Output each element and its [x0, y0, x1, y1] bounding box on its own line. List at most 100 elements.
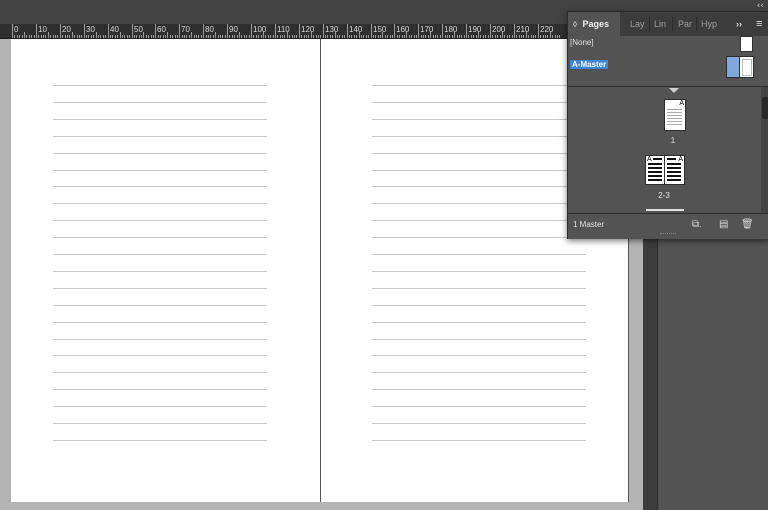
ruled-line — [53, 254, 267, 255]
collapse-panels-icon[interactable]: ‹‹ — [757, 1, 764, 11]
ruler-label: 210 — [516, 25, 530, 34]
page-thumbnail-2-3[interactable]: A A — [645, 155, 685, 185]
ruled-line — [372, 389, 586, 390]
ruler-tick — [48, 32, 49, 38]
ruler-tick — [34, 35, 35, 38]
tab-separator — [649, 17, 650, 31]
masters-list: [None] A-Master — [568, 36, 768, 86]
ruler-tick — [268, 35, 269, 38]
ruler-tick — [287, 32, 288, 38]
page-size-icon[interactable]: ⧉. — [692, 219, 701, 231]
ruler-tick — [136, 35, 137, 38]
tab-layers[interactable]: Lay — [630, 12, 645, 36]
ruler-tick — [36, 24, 37, 38]
ruled-line — [53, 322, 267, 323]
ruler-tick — [105, 35, 106, 38]
ruler-label: 130 — [325, 25, 339, 34]
panel-tabs: ◊ Pages Lay Lin Par Hyp ›› ≡ — [568, 12, 768, 36]
ruler-tick — [98, 35, 99, 38]
ruler-tick — [110, 35, 111, 38]
ruler-tick — [311, 32, 312, 38]
ruler-tick — [347, 24, 348, 38]
ruler-tick — [69, 35, 70, 38]
ruler-tick — [172, 35, 173, 38]
ruler-label: 10 — [38, 25, 47, 34]
ruler-tick — [363, 35, 364, 38]
ruled-line — [372, 372, 586, 373]
ruler-tick — [466, 24, 467, 38]
ruler-tick — [550, 32, 551, 38]
tab-hyperlinks[interactable]: Hyp — [701, 12, 717, 36]
ruler-tick — [538, 24, 539, 38]
ruler-tick — [282, 35, 283, 38]
tab-separator — [696, 17, 697, 31]
ruler-tick — [531, 35, 532, 38]
ruler-tick — [440, 35, 441, 38]
ruler-tick — [117, 35, 118, 38]
ruler-tick — [261, 35, 262, 38]
ruler-tick — [43, 35, 44, 38]
tab-paragraph-styles[interactable]: Par — [678, 12, 692, 36]
ruler-label: 30 — [86, 25, 95, 34]
ruler-tick — [280, 35, 281, 38]
ruler-tick — [414, 35, 415, 38]
ruler-tick — [215, 32, 216, 38]
ruled-line — [53, 288, 267, 289]
ruler-tick — [349, 35, 350, 38]
ruler-tick — [167, 32, 168, 38]
ruler-tick — [100, 35, 101, 38]
ruler-tick — [552, 35, 553, 38]
ruler-tick — [361, 35, 362, 38]
ruled-line — [372, 186, 586, 187]
page-1-label: 1 — [670, 136, 676, 145]
ruler-tick — [129, 35, 130, 38]
ruler-tick — [337, 35, 338, 38]
ruler-tick — [301, 35, 302, 38]
master-none-thumbnail[interactable] — [740, 36, 753, 52]
ruler-tick — [387, 35, 388, 38]
ruler-tick — [399, 35, 400, 38]
ruler-tick — [457, 35, 458, 38]
tabs-overflow-icon[interactable]: ›› — [736, 12, 742, 36]
new-page-icon[interactable]: ▤ — [719, 219, 728, 231]
ruler-tick — [454, 32, 455, 38]
tab-links[interactable]: Lin — [654, 12, 666, 36]
ruler-tick — [14, 35, 15, 38]
master-a[interactable]: A-Master — [570, 58, 609, 72]
ruler-tick — [275, 24, 276, 38]
ruler-tick — [294, 35, 295, 38]
ruler-tick — [397, 35, 398, 38]
ruler-tick — [122, 35, 123, 38]
pages-scrollbar-thumb[interactable] — [762, 97, 768, 119]
ruler-tick — [12, 24, 13, 38]
ruler-tick — [112, 35, 113, 38]
tab-pages[interactable]: ◊ Pages — [568, 12, 620, 36]
ruler-tick — [72, 32, 73, 38]
ruler-tick — [17, 35, 18, 38]
ruler-tick — [234, 35, 235, 38]
ruler-tick — [141, 35, 142, 38]
pages-thumbnails: A 1 A A 2-3 — [568, 87, 768, 213]
pages-panel: ◊ Pages Lay Lin Par Hyp ›› ≡ [None] A-Ma… — [567, 11, 768, 239]
ruler-tick — [289, 35, 290, 38]
delete-page-icon[interactable]: 🗑 — [741, 219, 754, 231]
ruler-tick — [512, 35, 513, 38]
ruler-tick — [201, 35, 202, 38]
panel-menu-icon[interactable]: ≡ — [756, 12, 762, 36]
ruler-tick — [533, 35, 534, 38]
pages-scrollbar[interactable] — [761, 87, 768, 213]
ruler-tick — [373, 35, 374, 38]
page-2[interactable] — [11, 39, 321, 502]
ruler-tick — [437, 35, 438, 38]
master-none[interactable]: [None] — [570, 36, 594, 50]
panel-resize-grip-icon[interactable] — [660, 233, 676, 236]
ruler-tick — [163, 35, 164, 38]
ruler-tick — [186, 35, 187, 38]
ruler-tick — [232, 35, 233, 38]
master-a-thumbnail[interactable] — [726, 56, 754, 78]
horizontal-ruler[interactable]: 0 10 20 30 40 50 60 70 80 90 100 110 120 130 140 150 160… — [0, 24, 640, 39]
ruled-line — [53, 203, 267, 204]
ruler-tick — [227, 24, 228, 38]
page-thumbnail-1[interactable]: A — [664, 99, 686, 131]
ruler-tick — [354, 35, 355, 38]
